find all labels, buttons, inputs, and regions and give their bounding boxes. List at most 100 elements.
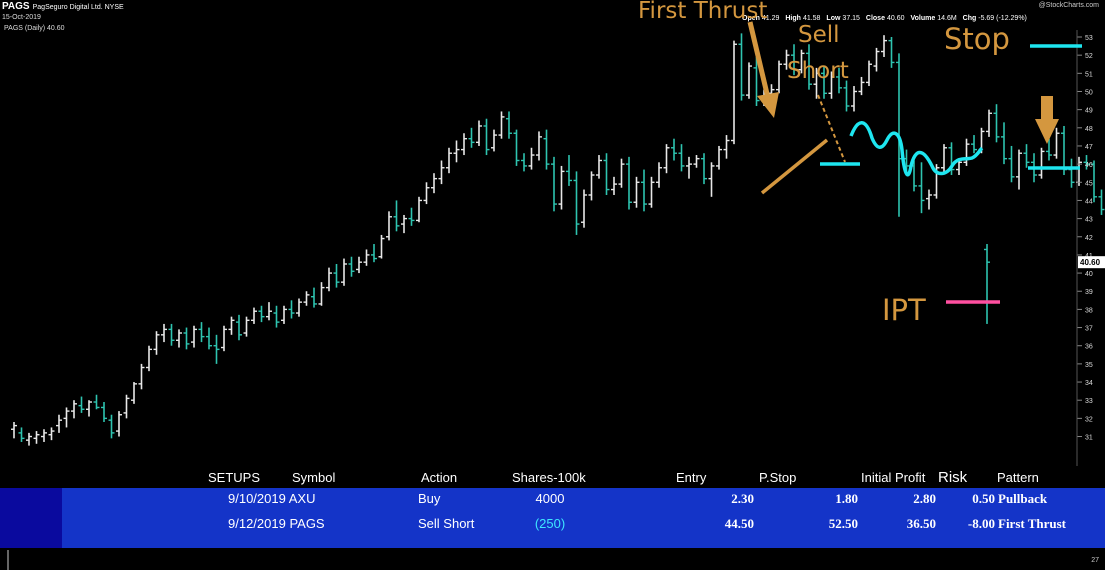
- company-name: PagSeguro Digital Ltd. NYSE: [32, 4, 124, 11]
- ohlc-bar: [731, 40, 737, 145]
- ohlc-bar: [528, 147, 535, 170]
- ohlc-bar: [603, 153, 610, 195]
- y-tick-label: 48: [1085, 126, 1093, 133]
- y-tick-label: 34: [1085, 380, 1093, 387]
- ohlc-bar: [671, 138, 677, 161]
- ohlc-bar: [116, 411, 122, 437]
- dashed-projection: [817, 94, 846, 163]
- annotation-short: Short: [787, 58, 849, 84]
- y-tick-label: 53: [1085, 35, 1093, 42]
- ohlc-bar: [86, 400, 92, 417]
- ohlc-bar: [168, 323, 175, 346]
- ticker-title: PAGS PagSeguro Digital Ltd. NYSE: [2, 1, 124, 12]
- y-tick-label: 37: [1085, 326, 1093, 333]
- y-tick-label: 43: [1085, 217, 1093, 224]
- ohlc-bar: [176, 329, 182, 348]
- ohlc-bar: [926, 189, 932, 210]
- ohlc-bar: [356, 256, 362, 274]
- ohlc-bar: [18, 427, 25, 442]
- ohlc-bar: [341, 258, 347, 286]
- ohlc-bar: [311, 287, 317, 308]
- symbol: PAGS: [2, 1, 30, 12]
- y-tick-label: 45: [1085, 180, 1093, 187]
- ohlc-bar: [378, 234, 385, 259]
- header-symbol: Symbol: [292, 470, 336, 485]
- ohlc-bar: [318, 282, 325, 306]
- ohlc-bar: [1098, 189, 1105, 215]
- ohlc-bar: [596, 155, 602, 179]
- y-tick-label: 49: [1085, 108, 1093, 115]
- ohlc-bar: [213, 334, 220, 364]
- volume-value: 14.6M: [937, 15, 957, 22]
- ohlc-bar: [446, 147, 452, 174]
- row-entry: 2.30: [731, 491, 754, 506]
- ohlc-bar: [1053, 127, 1060, 159]
- table-row: 9/12/2019 PAGS Sell Short (250) 44.50 52…: [0, 513, 1105, 537]
- ohlc-bar: [56, 414, 62, 433]
- volume-label: Volume: [910, 15, 936, 22]
- row-pattern: Pullback: [998, 491, 1048, 506]
- annotation-stop: Stop: [944, 22, 1010, 56]
- ohlc-bar: [26, 432, 32, 446]
- row-pattern: First Thrust: [998, 516, 1067, 531]
- ohlc-bar: [438, 160, 445, 185]
- ohlc-bar: [701, 153, 707, 185]
- ohlc-bar: [1068, 158, 1075, 188]
- sell-short-arrow-shaft: [747, 21, 771, 99]
- ohlc-bar: [296, 298, 302, 317]
- y-tick-label: 36: [1085, 344, 1093, 351]
- annotation-first-thrust: First Thrust: [638, 0, 768, 24]
- low-value: 37.15: [842, 15, 860, 22]
- header-risk: Risk: [938, 469, 968, 486]
- ohlc-bar: [1016, 149, 1022, 190]
- ohlc-bar: [401, 214, 407, 234]
- ohlc-bar: [108, 414, 115, 439]
- ohlc-bar: [251, 307, 257, 324]
- annotation-sell: Sell: [798, 22, 840, 48]
- y-tick-label: 51: [1085, 71, 1093, 78]
- ohlc-bar: [543, 129, 550, 170]
- ohlc-bar: [33, 431, 40, 444]
- ohlc-bar: [633, 176, 640, 208]
- ohlc-bar: [693, 155, 700, 168]
- down-arrow-shaft: [1041, 96, 1053, 120]
- ohlc-bar: [273, 305, 280, 328]
- ohlc-bar: [498, 111, 505, 139]
- ohlc-bar: [866, 60, 872, 87]
- y-tick-label: 40: [1085, 271, 1093, 278]
- ohlc-bar: [888, 37, 895, 68]
- ohlc-bar: [363, 249, 370, 266]
- ohlc-bar: [986, 109, 992, 137]
- ohlc-bar: [348, 256, 355, 277]
- ohlc-bar: [551, 156, 557, 212]
- ohlc-bar: [453, 140, 460, 163]
- header-initial-profit: Initial Profit: [861, 470, 926, 485]
- ohlc-bar: [611, 176, 617, 195]
- ohlc-bar: [131, 382, 137, 404]
- watermark: @StockCharts.com: [1038, 2, 1099, 9]
- ohlc-bar: [573, 171, 580, 235]
- row-stop: 52.50: [828, 516, 858, 531]
- row-stop: 1.80: [835, 491, 858, 506]
- setups-table: 9/10/2019 AXU Buy 4000 2.30 1.80 2.80 0.…: [0, 488, 1105, 548]
- row-action: Buy: [418, 491, 441, 506]
- annotation-ipt: IPT: [882, 293, 926, 327]
- ohlc-bar: [416, 196, 422, 223]
- last-price-label: 40.60: [1080, 258, 1101, 267]
- header-shares: Shares-100k: [512, 470, 586, 485]
- ohlc-bar: [843, 80, 850, 112]
- ohlc-bar: [663, 144, 670, 174]
- ohlc-bar: [648, 176, 655, 208]
- ohlc-bar: [881, 35, 887, 57]
- ohlc-bar: [708, 162, 715, 197]
- ohlc-bar: [506, 111, 512, 139]
- ohlc-bar: [873, 47, 880, 72]
- high-value: 41.58: [802, 15, 821, 22]
- ohlc-bar: [78, 396, 85, 413]
- ohlc-bar: [776, 60, 782, 94]
- high-label: High: [785, 15, 801, 22]
- ohlc-bar: [11, 421, 17, 439]
- ohlc-bar: [963, 138, 970, 166]
- ohlc-bar: [993, 104, 1000, 143]
- y-tick-label: 31: [1085, 435, 1093, 442]
